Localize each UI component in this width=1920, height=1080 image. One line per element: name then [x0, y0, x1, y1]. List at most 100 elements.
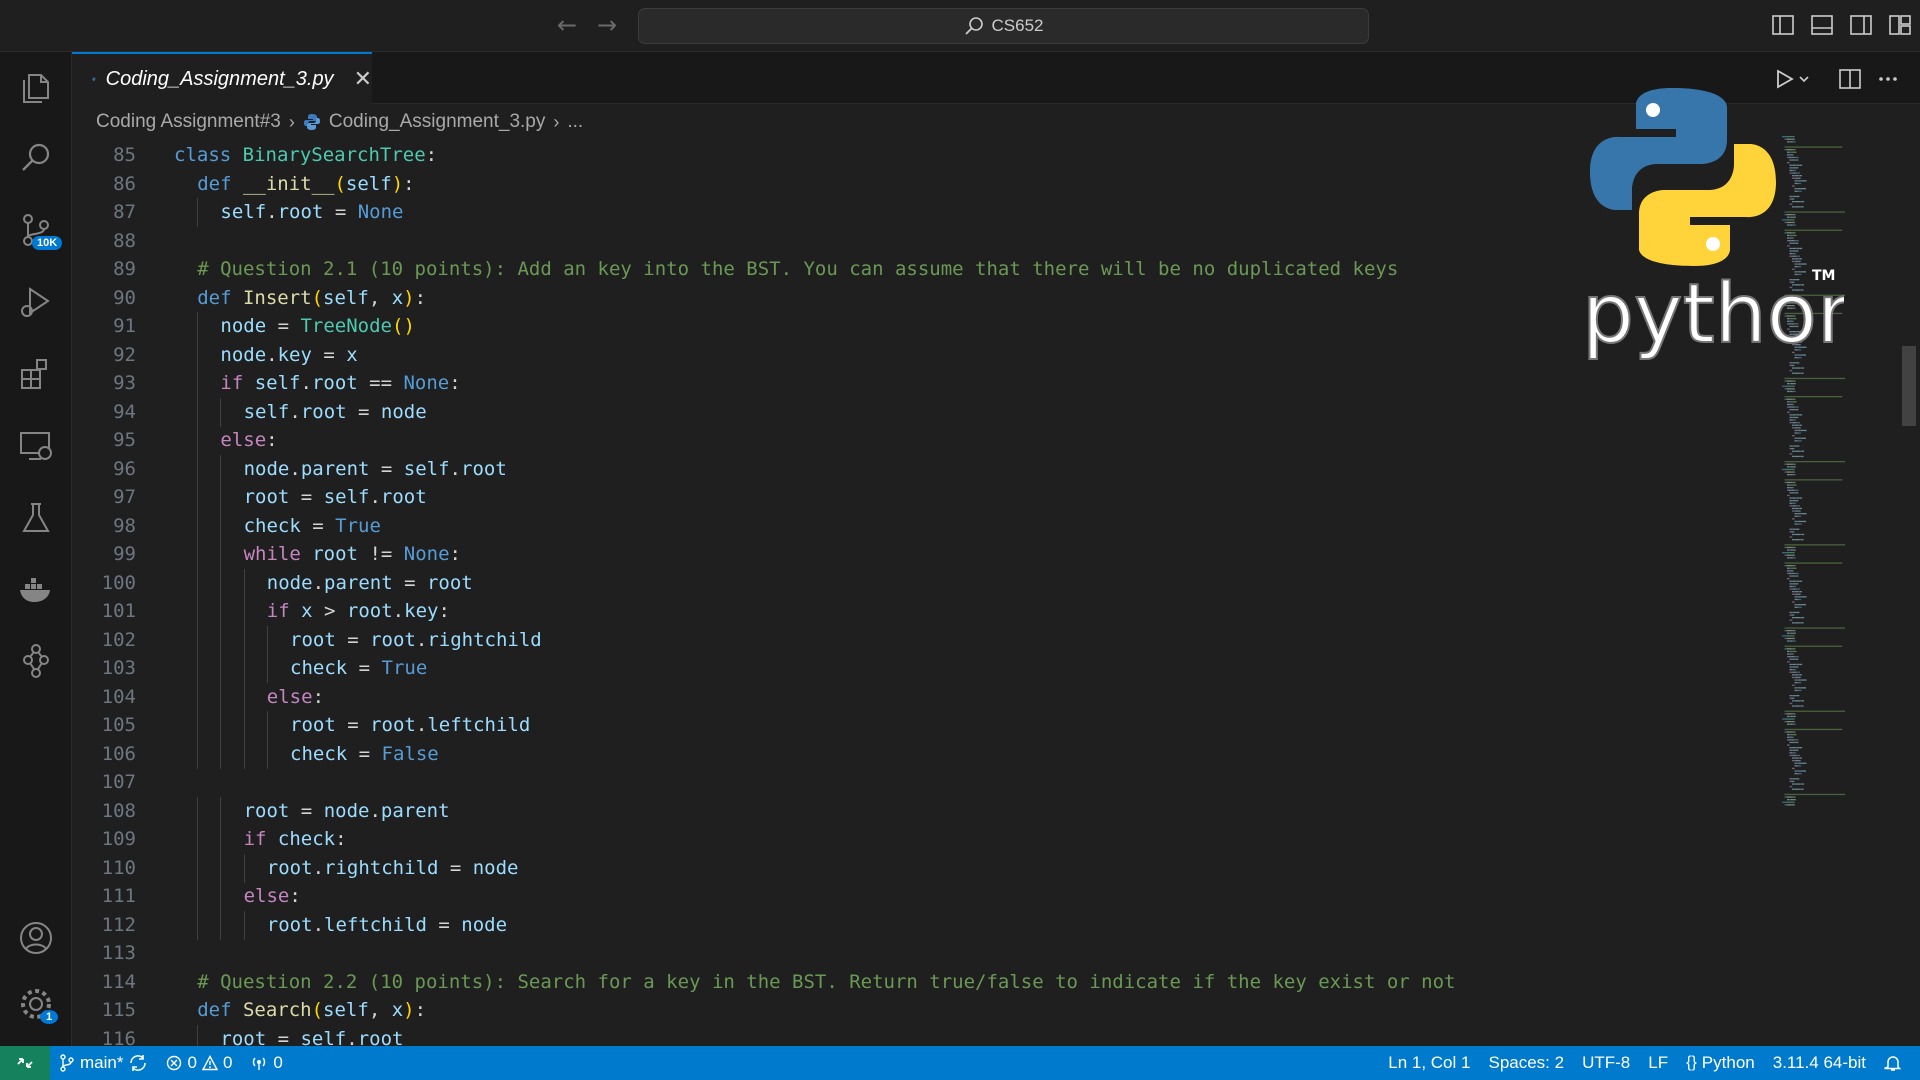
breadcrumb-symbols[interactable]: ...	[567, 111, 583, 133]
remote-indicator[interactable]	[0, 1046, 50, 1080]
docker-icon[interactable]	[14, 568, 58, 612]
end-of-line[interactable]: LF	[1639, 1046, 1677, 1080]
breadcrumb-folder[interactable]: Coding Assignment#3	[96, 111, 281, 133]
extensions-icon[interactable]	[14, 352, 58, 396]
minimap-line	[1792, 510, 1794, 512]
code-line[interactable]: 108 root = node.parent	[72, 796, 1772, 826]
code-line[interactable]: 88	[72, 227, 1772, 255]
code-line[interactable]: 98 check = True	[72, 511, 1772, 541]
breadcrumb-file[interactable]: Coding_Assignment_3.py	[329, 111, 546, 133]
code-line[interactable]: 114 # Question 2.2 (10 points): Search fo…	[72, 968, 1772, 996]
code-line[interactable]: 113	[72, 939, 1772, 967]
status-bar: main* 0 0 0 Ln 1, Col 1 Spaces: 2 UTF-8 …	[0, 1046, 1920, 1080]
minimap-line	[1786, 804, 1792, 806]
minimap-line	[1794, 424, 1799, 426]
search-icon[interactable]	[14, 136, 58, 180]
code-line[interactable]: 110 root.rightchild = node	[72, 853, 1772, 883]
command-center-search[interactable]: CS652	[638, 8, 1369, 44]
manage-gear-icon[interactable]: 1	[14, 982, 59, 1026]
code-line[interactable]: 109 if check:	[72, 825, 1772, 854]
code-line[interactable]: 107	[72, 768, 1772, 796]
minimap-line	[1794, 676, 1796, 679]
code-line[interactable]: 104 else:	[72, 682, 1772, 712]
ports-indicator[interactable]: 0	[241, 1046, 291, 1080]
code-line[interactable]: 112 root.leftchild = node	[72, 910, 1772, 940]
minimap-line	[1793, 799, 1794, 801]
code-line[interactable]: 103 check = True	[72, 654, 1772, 683]
indentation[interactable]: Spaces: 2	[1479, 1046, 1573, 1080]
remote-explorer-icon[interactable]	[14, 424, 58, 468]
more-actions-icon[interactable]	[1876, 66, 1900, 92]
code-line[interactable]: 106 check = False	[72, 739, 1772, 769]
code-line[interactable]: 86 def __init__(self):	[72, 170, 1772, 198]
toggle-primary-sidebar-icon[interactable]	[1771, 14, 1795, 36]
toggle-panel-icon[interactable]	[1810, 14, 1834, 36]
code-line[interactable]: 91 node = TreeNode()	[72, 312, 1772, 341]
testing-icon[interactable]	[14, 496, 58, 540]
cursor-position[interactable]: Ln 1, Col 1	[1379, 1046, 1479, 1080]
problems-indicator[interactable]: 0 0	[157, 1046, 241, 1080]
scrollbar-thumb[interactable]	[1902, 346, 1916, 426]
code-line[interactable]: 100 node.parent = root	[72, 568, 1772, 598]
minimap-line	[1789, 619, 1792, 621]
code-line[interactable]: 105 root = root.leftchild	[72, 711, 1772, 740]
code-line[interactable]: 115 def Search(self, x):	[72, 996, 1772, 1024]
code-line[interactable]: 89 # Question 2.1 (10 points): Add an key…	[72, 255, 1772, 283]
explorer-icon[interactable]	[14, 66, 58, 110]
sync-icon[interactable]	[128, 1054, 148, 1072]
forward-arrow-icon[interactable]: →	[592, 10, 622, 40]
code-token: x	[346, 343, 358, 366]
code-token: =	[426, 913, 462, 936]
python-interpreter[interactable]: 3.11.4 64-bit	[1764, 1046, 1875, 1080]
minimap-line	[1789, 364, 1792, 367]
git-branch[interactable]: main*	[50, 1046, 157, 1080]
git-graph-icon[interactable]	[14, 640, 58, 684]
code-line[interactable]: 94 self.root = node	[72, 397, 1772, 427]
minimap-line	[1800, 760, 1801, 762]
code-line[interactable]: 99 while root != None:	[72, 540, 1772, 569]
vertical-scrollbar[interactable]	[1900, 136, 1918, 1046]
source-control-icon[interactable]: 10K	[14, 208, 63, 252]
code-line[interactable]: 102 root = root.rightchild	[72, 625, 1772, 655]
notifications-bell-icon[interactable]	[1875, 1046, 1920, 1080]
code-token: >	[312, 600, 347, 622]
minimap-line	[1787, 723, 1790, 725]
line-number: 114	[101, 970, 136, 993]
minimap-line	[1799, 747, 1803, 749]
accounts-icon[interactable]	[14, 916, 58, 960]
code-line[interactable]: 95 else:	[72, 426, 1772, 455]
toggle-secondary-sidebar-icon[interactable]	[1849, 14, 1873, 36]
code-line[interactable]: 90 def Insert(self, x):	[72, 284, 1772, 312]
minimap-line	[1782, 801, 1786, 803]
code-line[interactable]: 96 node.parent = self.root	[72, 454, 1772, 484]
tab-coding-assignment[interactable]: Coding_Assignment_3.py ✕	[72, 52, 372, 104]
tab-close-icon[interactable]: ✕	[354, 67, 372, 92]
minimap-line	[1797, 414, 1800, 416]
minimap-line	[1800, 762, 1802, 764]
minimap-line	[1794, 622, 1795, 624]
line-number: 115	[101, 999, 136, 1021]
code-line[interactable]: 93 if self.root == None:	[72, 369, 1772, 398]
indent-guide	[266, 739, 268, 769]
code-line[interactable]: 87 self.root = None	[72, 198, 1772, 227]
minimap-line	[1794, 630, 1795, 632]
run-and-debug-icon[interactable]	[14, 280, 58, 324]
minimap-line	[1790, 648, 1791, 650]
encoding[interactable]: UTF-8	[1573, 1046, 1639, 1080]
code-token: self	[323, 999, 369, 1021]
code-line[interactable]: 116 root = self.root	[72, 1024, 1772, 1046]
title-bar: ← → CS652	[0, 0, 1920, 52]
language-mode[interactable]: {} Python	[1677, 1046, 1764, 1080]
minimap-line	[1789, 658, 1792, 660]
code-line[interactable]: 111 else:	[72, 882, 1772, 911]
code-line[interactable]: 92 node.key = x	[72, 340, 1772, 370]
minimap-line	[1794, 721, 1795, 723]
minimap-line	[1793, 463, 1795, 465]
code-line[interactable]: 101 if x > root.key:	[72, 597, 1772, 626]
code-line[interactable]: 97 root = self.root	[72, 483, 1772, 512]
code-line[interactable]: 85 class BinarySearchTree:	[72, 141, 1772, 169]
back-arrow-icon[interactable]: ←	[552, 10, 582, 40]
indent-guide	[243, 853, 245, 883]
code-token: node	[266, 571, 313, 594]
customize-layout-icon[interactable]	[1888, 14, 1912, 36]
